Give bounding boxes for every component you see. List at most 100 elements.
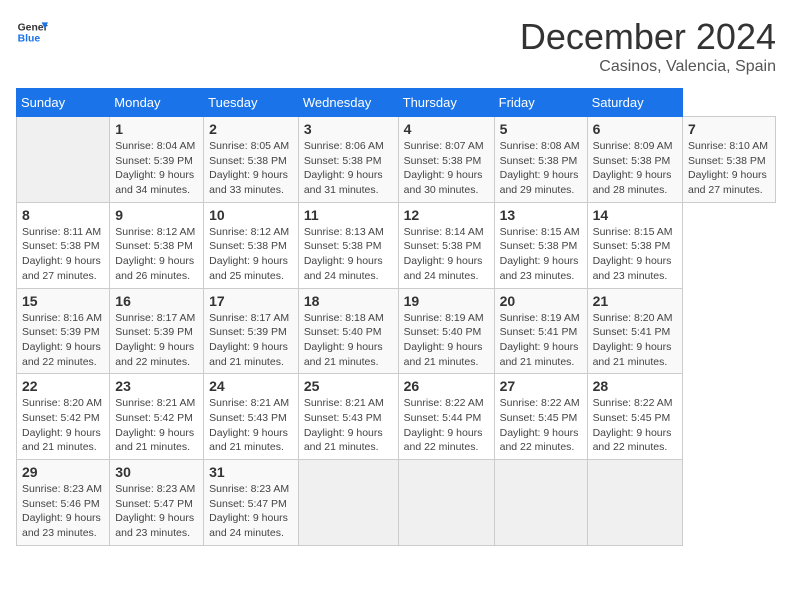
day-cell-26: 26 Sunrise: 8:22 AM Sunset: 5:44 PM Dayl… [398,374,494,460]
day-number: 26 [404,378,489,394]
empty-cell [398,460,494,546]
day-header-thursday: Thursday [398,89,494,117]
title-area: December 2024 Casinos, Valencia, Spain [520,16,776,76]
day-header-saturday: Saturday [587,89,682,117]
day-cell-23: 23 Sunrise: 8:21 AM Sunset: 5:42 PM Dayl… [110,374,204,460]
day-number: 8 [22,207,104,223]
day-number: 3 [304,121,393,137]
day-number: 7 [688,121,770,137]
day-number: 23 [115,378,198,394]
day-info: Sunrise: 8:17 AM Sunset: 5:39 PM Dayligh… [115,311,198,370]
day-number: 19 [404,293,489,309]
day-info: Sunrise: 8:17 AM Sunset: 5:39 PM Dayligh… [209,311,293,370]
day-info: Sunrise: 8:23 AM Sunset: 5:47 PM Dayligh… [209,482,293,541]
day-cell-24: 24 Sunrise: 8:21 AM Sunset: 5:43 PM Dayl… [204,374,299,460]
day-cell-5: 5 Sunrise: 8:08 AM Sunset: 5:38 PM Dayli… [494,117,587,203]
day-cell-22: 22 Sunrise: 8:20 AM Sunset: 5:42 PM Dayl… [17,374,110,460]
day-cell-16: 16 Sunrise: 8:17 AM Sunset: 5:39 PM Dayl… [110,288,204,374]
day-number: 13 [500,207,582,223]
day-number: 9 [115,207,198,223]
day-cell-27: 27 Sunrise: 8:22 AM Sunset: 5:45 PM Dayl… [494,374,587,460]
day-cell-25: 25 Sunrise: 8:21 AM Sunset: 5:43 PM Dayl… [298,374,398,460]
calendar-week-1: 1 Sunrise: 8:04 AM Sunset: 5:39 PM Dayli… [17,117,776,203]
logo-icon: General Blue [16,16,48,48]
location: Casinos, Valencia, Spain [520,58,776,76]
day-info: Sunrise: 8:22 AM Sunset: 5:44 PM Dayligh… [404,396,489,455]
day-number: 20 [500,293,582,309]
day-info: Sunrise: 8:04 AM Sunset: 5:39 PM Dayligh… [115,139,198,198]
header: General Blue December 2024 Casinos, Vale… [16,16,776,76]
day-cell-3: 3 Sunrise: 8:06 AM Sunset: 5:38 PM Dayli… [298,117,398,203]
day-cell-29: 29 Sunrise: 8:23 AM Sunset: 5:46 PM Dayl… [17,460,110,546]
day-info: Sunrise: 8:19 AM Sunset: 5:41 PM Dayligh… [500,311,582,370]
day-info: Sunrise: 8:09 AM Sunset: 5:38 PM Dayligh… [593,139,677,198]
day-info: Sunrise: 8:20 AM Sunset: 5:41 PM Dayligh… [593,311,677,370]
day-number: 12 [404,207,489,223]
day-info: Sunrise: 8:10 AM Sunset: 5:38 PM Dayligh… [688,139,770,198]
day-cell-31: 31 Sunrise: 8:23 AM Sunset: 5:47 PM Dayl… [204,460,299,546]
month-title: December 2024 [520,16,776,58]
day-header-wednesday: Wednesday [298,89,398,117]
calendar-header-row: SundayMondayTuesdayWednesdayThursdayFrid… [17,89,776,117]
day-info: Sunrise: 8:21 AM Sunset: 5:42 PM Dayligh… [115,396,198,455]
day-info: Sunrise: 8:15 AM Sunset: 5:38 PM Dayligh… [593,225,677,284]
day-number: 18 [304,293,393,309]
day-info: Sunrise: 8:11 AM Sunset: 5:38 PM Dayligh… [22,225,104,284]
day-info: Sunrise: 8:13 AM Sunset: 5:38 PM Dayligh… [304,225,393,284]
day-cell-13: 13 Sunrise: 8:15 AM Sunset: 5:38 PM Dayl… [494,202,587,288]
day-cell-28: 28 Sunrise: 8:22 AM Sunset: 5:45 PM Dayl… [587,374,682,460]
day-cell-7: 7 Sunrise: 8:10 AM Sunset: 5:38 PM Dayli… [682,117,775,203]
logo: General Blue [16,16,48,48]
empty-cell [587,460,682,546]
svg-text:Blue: Blue [18,34,41,45]
day-number: 17 [209,293,293,309]
day-cell-18: 18 Sunrise: 8:18 AM Sunset: 5:40 PM Dayl… [298,288,398,374]
day-info: Sunrise: 8:05 AM Sunset: 5:38 PM Dayligh… [209,139,293,198]
day-info: Sunrise: 8:22 AM Sunset: 5:45 PM Dayligh… [593,396,677,455]
day-info: Sunrise: 8:12 AM Sunset: 5:38 PM Dayligh… [115,225,198,284]
day-number: 24 [209,378,293,394]
day-cell-21: 21 Sunrise: 8:20 AM Sunset: 5:41 PM Dayl… [587,288,682,374]
day-cell-20: 20 Sunrise: 8:19 AM Sunset: 5:41 PM Dayl… [494,288,587,374]
day-info: Sunrise: 8:23 AM Sunset: 5:46 PM Dayligh… [22,482,104,541]
day-number: 21 [593,293,677,309]
day-number: 31 [209,464,293,480]
day-number: 27 [500,378,582,394]
day-info: Sunrise: 8:21 AM Sunset: 5:43 PM Dayligh… [209,396,293,455]
empty-cell [494,460,587,546]
day-cell-1: 1 Sunrise: 8:04 AM Sunset: 5:39 PM Dayli… [110,117,204,203]
day-cell-10: 10 Sunrise: 8:12 AM Sunset: 5:38 PM Dayl… [204,202,299,288]
day-info: Sunrise: 8:19 AM Sunset: 5:40 PM Dayligh… [404,311,489,370]
day-number: 15 [22,293,104,309]
day-info: Sunrise: 8:20 AM Sunset: 5:42 PM Dayligh… [22,396,104,455]
day-info: Sunrise: 8:14 AM Sunset: 5:38 PM Dayligh… [404,225,489,284]
day-cell-4: 4 Sunrise: 8:07 AM Sunset: 5:38 PM Dayli… [398,117,494,203]
day-info: Sunrise: 8:12 AM Sunset: 5:38 PM Dayligh… [209,225,293,284]
day-info: Sunrise: 8:06 AM Sunset: 5:38 PM Dayligh… [304,139,393,198]
day-number: 6 [593,121,677,137]
day-cell-30: 30 Sunrise: 8:23 AM Sunset: 5:47 PM Dayl… [110,460,204,546]
day-info: Sunrise: 8:18 AM Sunset: 5:40 PM Dayligh… [304,311,393,370]
day-cell-19: 19 Sunrise: 8:19 AM Sunset: 5:40 PM Dayl… [398,288,494,374]
calendar-week-4: 22 Sunrise: 8:20 AM Sunset: 5:42 PM Dayl… [17,374,776,460]
day-cell-15: 15 Sunrise: 8:16 AM Sunset: 5:39 PM Dayl… [17,288,110,374]
day-info: Sunrise: 8:16 AM Sunset: 5:39 PM Dayligh… [22,311,104,370]
day-cell-6: 6 Sunrise: 8:09 AM Sunset: 5:38 PM Dayli… [587,117,682,203]
day-cell-2: 2 Sunrise: 8:05 AM Sunset: 5:38 PM Dayli… [204,117,299,203]
empty-cell [298,460,398,546]
day-number: 5 [500,121,582,137]
calendar-week-3: 15 Sunrise: 8:16 AM Sunset: 5:39 PM Dayl… [17,288,776,374]
calendar-week-5: 29 Sunrise: 8:23 AM Sunset: 5:46 PM Dayl… [17,460,776,546]
day-header-sunday: Sunday [17,89,110,117]
day-cell-14: 14 Sunrise: 8:15 AM Sunset: 5:38 PM Dayl… [587,202,682,288]
empty-cell [17,117,110,203]
day-number: 4 [404,121,489,137]
day-number: 11 [304,207,393,223]
day-header-monday: Monday [110,89,204,117]
day-cell-9: 9 Sunrise: 8:12 AM Sunset: 5:38 PM Dayli… [110,202,204,288]
day-cell-8: 8 Sunrise: 8:11 AM Sunset: 5:38 PM Dayli… [17,202,110,288]
calendar-week-2: 8 Sunrise: 8:11 AM Sunset: 5:38 PM Dayli… [17,202,776,288]
calendar: SundayMondayTuesdayWednesdayThursdayFrid… [16,88,776,546]
day-number: 1 [115,121,198,137]
day-number: 22 [22,378,104,394]
